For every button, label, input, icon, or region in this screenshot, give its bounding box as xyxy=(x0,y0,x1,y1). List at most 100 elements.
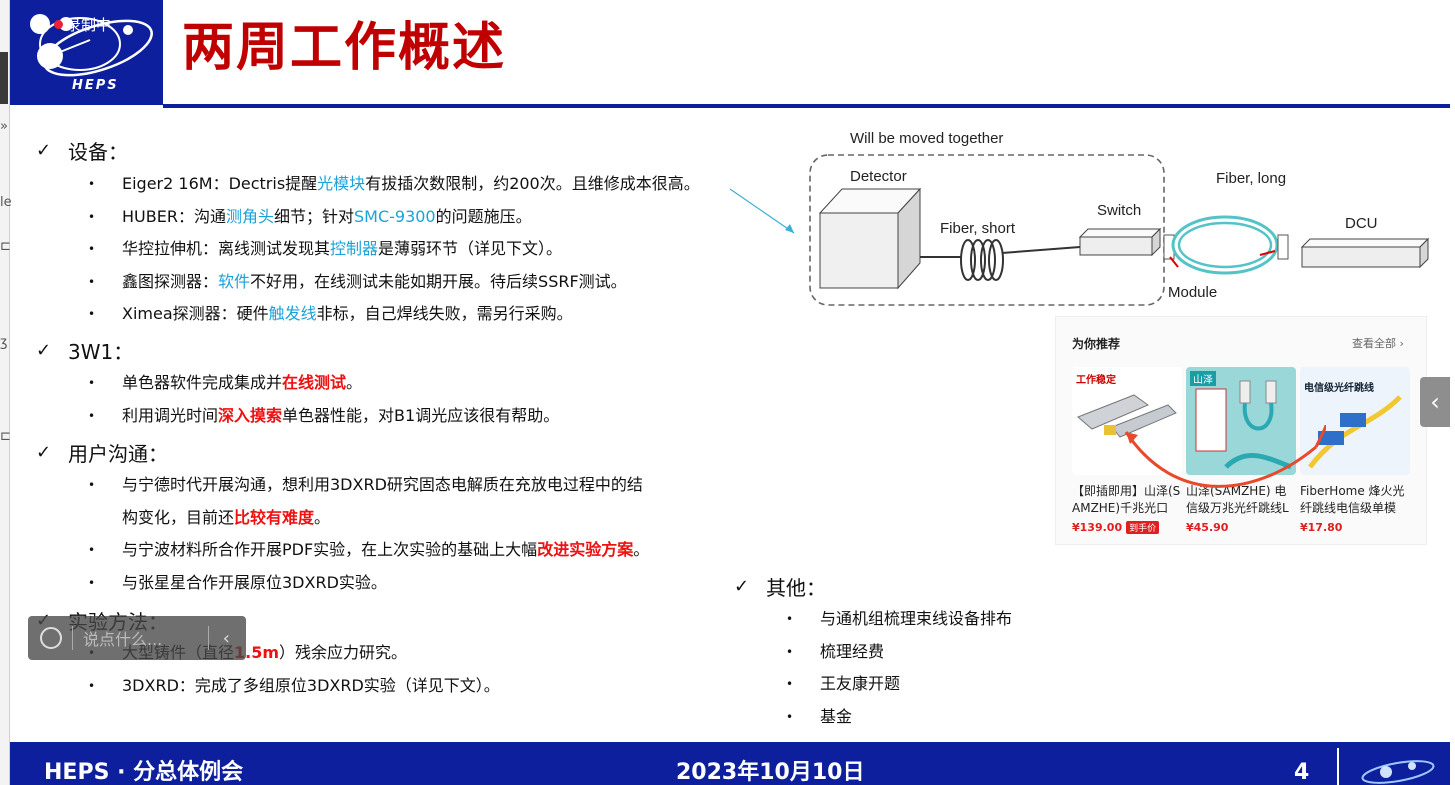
text-segment: 与宁波材料所合作开展PDF实验，在上次实验的基础上大幅 xyxy=(122,540,538,559)
bullet-icon: • xyxy=(88,575,96,590)
list-item: • 与宁德时代开展沟通，想利用3DXRD研究固态电解质在充放电过程中的结 xyxy=(88,469,643,501)
divider xyxy=(72,626,73,650)
detector-label: Detector xyxy=(850,168,907,185)
text-segment: 控制器 xyxy=(330,239,379,258)
list-item: • 王友康开题 xyxy=(786,668,900,700)
footer-date: 2023年10月10日 xyxy=(676,760,865,785)
annotation-arrows xyxy=(1124,424,1326,488)
footer-divider xyxy=(1337,748,1339,785)
item-text: 鑫图探测器：软件不好用，在线测试未能如期开展。待后续SSRF测试。 xyxy=(122,266,627,298)
text-segment: 梳理经费 xyxy=(820,641,885,661)
product-image-label: 工作稳定 xyxy=(1076,375,1116,386)
item-text: 3DXRD：完成了多组原位3DXRD实验（详见下文）。 xyxy=(122,670,500,702)
chat-input-bar[interactable]: 说点什么... ‹ xyxy=(28,616,246,660)
text-segment: 单色器性能，对B1调光应该很有帮助。 xyxy=(282,405,560,425)
slide-stage: » le ⊏ ʒ ⊏ 录制中 HEPS 两周工作概述 ✓ 设备： • Eiger… xyxy=(0,0,1455,785)
item-text: 与通机组梳理束线设备排布 xyxy=(820,603,1012,635)
product-image-label: 电信级光纤跳线 xyxy=(1304,383,1374,394)
left-window-edge: » le ⊏ ʒ ⊏ xyxy=(0,0,12,785)
check-icon: ✓ xyxy=(36,140,52,161)
list-item: • 梳理经费 xyxy=(786,636,884,668)
group-label: Will be moved together xyxy=(850,130,1003,147)
bullet-icon: • xyxy=(786,644,794,659)
item-text: 与宁德时代开展沟通，想利用3DXRD研究固态电解质在充放电过程中的结 xyxy=(122,469,643,501)
list-item: • 与宁波材料所合作开展PDF实验，在上次实验的基础上大幅改进实验方案。 xyxy=(88,534,649,566)
bullet-icon: • xyxy=(88,478,96,492)
side-panel-toggle[interactable]: ‹ xyxy=(1420,377,1450,427)
list-item: 构变化，目前还比较有难度。 xyxy=(88,502,330,534)
section-title: 设备： xyxy=(68,140,128,164)
bullet-icon: • xyxy=(88,376,96,390)
list-item: • Ximea探测器：硬件触发线非标，自己焊线失败，需另行采购。 xyxy=(88,298,573,330)
fiber-long-label: Fiber, long xyxy=(1216,170,1286,187)
section-title: 其他： xyxy=(766,576,826,600)
text-segment: 软件 xyxy=(218,271,251,291)
item-text: 基金 xyxy=(820,701,852,733)
item-text: 华控拉伸机：离线测试发现其控制器是薄弱环节（详见下文）。 xyxy=(122,233,562,265)
text-segment: 测角头 xyxy=(225,206,274,226)
text-segment: 。 xyxy=(346,373,363,392)
bullet-icon: • xyxy=(88,242,96,256)
record-dot-icon xyxy=(54,20,63,29)
text-segment: 有拔插次数限制，约200次。且维修成本很高。 xyxy=(365,174,700,193)
recommend-header: 为你推荐 xyxy=(1072,337,1121,351)
chevron-left-icon: ‹ xyxy=(1430,388,1440,416)
product-price-row: ¥45.90 xyxy=(1186,521,1296,534)
product-price: ¥17.80 xyxy=(1300,521,1343,534)
page-title: 两周工作概述 xyxy=(182,18,507,78)
section-equipment: ✓ 设备： xyxy=(36,136,128,165)
fiber-setup-diagram: Will be moved together Detector Fiber, s… xyxy=(730,130,1430,306)
list-item: • 鑫图探测器：软件不好用，在线测试未能如期开展。待后续SSRF测试。 xyxy=(88,266,627,298)
header-divider xyxy=(163,104,1450,108)
list-item: • 与通机组梳理束线设备排布 xyxy=(786,603,1012,635)
text-segment: 王友康开题 xyxy=(820,674,901,693)
footer-logo-icon xyxy=(1361,760,1435,784)
section-users: ✓ 用户沟通： xyxy=(36,438,168,467)
text-segment: 。 xyxy=(314,507,331,527)
text-segment: 。 xyxy=(633,540,650,559)
list-item: • 华控拉伸机：离线测试发现其控制器是薄弱环节（详见下文）。 xyxy=(88,233,562,265)
product-price: ¥45.90 xyxy=(1186,521,1229,534)
bullet-icon: • xyxy=(786,612,794,626)
recording-indicator: 录制中 xyxy=(54,14,111,35)
text-segment: ）残余应力研究。 xyxy=(279,643,408,662)
text-segment: 与通机组梳理束线设备排布 xyxy=(820,609,1013,628)
item-text: 梳理经费 xyxy=(820,636,884,668)
item-text: Eiger2 16M：Dectris提醒光模块有拔插次数限制，约200次。且维修… xyxy=(122,168,700,200)
text-segment: 非标，自己焊线失败，需另行采购。 xyxy=(316,304,573,323)
text-segment: 与宁德时代开展沟通，想利用3DXRD研究固态电解质在充放电过程中的结 xyxy=(122,475,643,494)
list-item: • 单色器软件完成集成并在线测试。 xyxy=(88,367,362,399)
footer-meeting-title: HEPS · 分总体例会 xyxy=(44,760,244,785)
text-segment: 不好用，在线测试未能如期开展。待后续SSRF测试。 xyxy=(250,271,627,291)
switch-label: Switch xyxy=(1097,202,1141,219)
bullet-icon: • xyxy=(88,209,96,224)
price-tag-badge: 到手价 xyxy=(1126,521,1160,534)
section-3w1: ✓ 3W1： xyxy=(36,336,133,365)
list-item: • HUBER：沟通测角头细节；针对SMC-9300的问题施压。 xyxy=(88,201,532,233)
text-segment: 改进实验方案 xyxy=(537,540,634,559)
chevron-left-icon[interactable]: ‹ xyxy=(223,628,230,649)
text-segment: HUBER：沟通 xyxy=(122,206,226,226)
view-all-link[interactable]: 查看全部 › xyxy=(1352,335,1404,351)
text-segment: 鑫图探测器： xyxy=(122,271,219,291)
text-segment: 3DXRD：完成了多组原位3DXRD实验（详见下文）。 xyxy=(122,675,500,695)
bullet-icon: • xyxy=(786,677,794,691)
text-segment: 触发线 xyxy=(268,304,317,323)
item-text: Ximea探测器：硬件触发线非标，自己焊线失败，需另行采购。 xyxy=(122,298,573,330)
bullet-icon: • xyxy=(88,408,96,423)
text-segment: 光模块 xyxy=(317,174,366,193)
item-text: HUBER：沟通测角头细节；针对SMC-9300的问题施压。 xyxy=(122,201,532,233)
chat-placeholder[interactable]: 说点什么... xyxy=(83,626,162,650)
section-title: 3W1： xyxy=(68,340,134,364)
check-icon: ✓ xyxy=(36,442,52,463)
list-item: • 利用调光时间深入摸索单色器性能，对B1调光应该很有帮助。 xyxy=(88,400,559,432)
emoji-icon[interactable] xyxy=(40,627,62,649)
product-price-row: ¥139.00 到手价 xyxy=(1072,521,1182,534)
dcu-label: DCU xyxy=(1345,215,1378,232)
bullet-icon: • xyxy=(786,709,794,724)
text-segment: SMC-9300 xyxy=(353,206,436,226)
text-segment: 深入摸索 xyxy=(218,405,283,425)
text-segment: 是薄弱环节（详见下文）。 xyxy=(378,239,563,258)
product-image-label: 山泽 xyxy=(1190,371,1216,386)
bullet-icon: • xyxy=(88,678,96,693)
